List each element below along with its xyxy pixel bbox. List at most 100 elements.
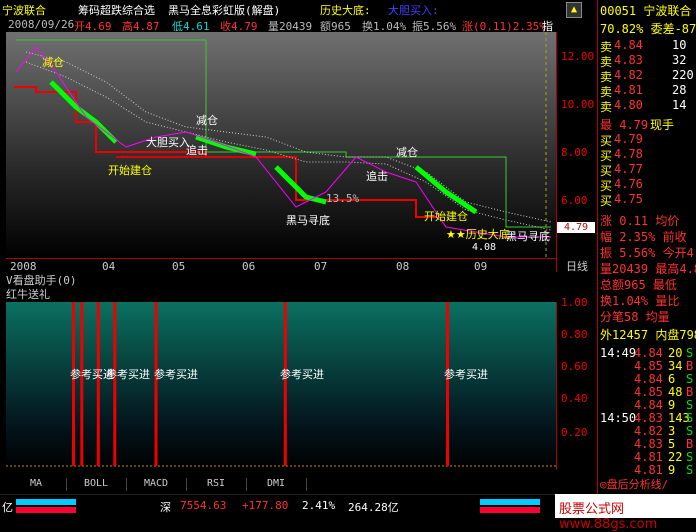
signal-bar xyxy=(283,302,287,466)
window-toggle-icon[interactable]: ▲ xyxy=(566,2,582,18)
tab-macd[interactable]: MACD xyxy=(126,478,187,491)
stat-line: 换1.04% 量比 xyxy=(600,294,680,308)
indicator-axis: 1.00 0.80 0.60 0.40 0.20 xyxy=(556,296,597,470)
tick-price: 4.84 xyxy=(634,398,663,412)
indicator-tabs: MA BOLL MACD RSI DMI xyxy=(0,478,320,492)
tick-volume: 48 xyxy=(668,385,683,399)
status-unit: 亿 xyxy=(2,501,13,514)
price-chart-svg xyxy=(6,32,556,258)
period-daily-button[interactable]: 日线 xyxy=(556,258,597,273)
tick-volume: 34 xyxy=(668,359,683,373)
tick-price: 4.85 xyxy=(634,359,663,373)
tick-flag: B xyxy=(686,385,694,399)
tick-price: 4.81 xyxy=(634,463,663,477)
tick-flag: B xyxy=(686,359,694,373)
tick-price: 4.84 xyxy=(634,372,663,386)
tick-flag: S xyxy=(686,463,694,477)
bid-price: 4.78 xyxy=(614,147,643,161)
date-axis: 2008 04 05 06 07 08 09 xyxy=(6,258,556,273)
x-tick: 04 xyxy=(102,260,116,273)
ask-price: 4.84 xyxy=(614,38,643,52)
annotation-dark-horse-1: 黑马寻底 xyxy=(286,214,330,227)
ind-y-tick: 0.60 xyxy=(561,360,588,373)
tab-rsi[interactable]: RSI xyxy=(186,478,247,491)
stat-line: 幅 2.35% 前收 xyxy=(600,230,687,244)
index-amount: 264.28亿 xyxy=(348,501,399,514)
ref-buy-label: 参考买进 xyxy=(106,368,150,381)
price-chart[interactable]: 减仓 减仓 减仓 大胆买入 追击 追击 开始建仓 黑马寻底 黑马寻底 开始建仓 … xyxy=(6,32,556,258)
site-logo: 股票公式网 www.88gs.com xyxy=(555,494,696,532)
signal-bar xyxy=(80,302,84,466)
bid-price: 4.75 xyxy=(614,192,643,206)
tick-price: 4.83 xyxy=(634,411,663,425)
annotation-dark-horse-2: 黑马寻底 xyxy=(506,230,550,243)
y-tick: 10.00 xyxy=(561,98,595,111)
ask-volume: 28 xyxy=(672,83,687,97)
ask-volume: 220 xyxy=(672,68,694,82)
history-low-label: 历史大底: xyxy=(320,4,371,17)
annotation-reduce-2: 减仓 xyxy=(196,114,218,127)
low-price-label: 4.08 xyxy=(472,242,497,253)
ind-y-tick: 1.00 xyxy=(561,296,588,309)
side-last-tag: 现手 xyxy=(650,118,675,132)
signal-bar xyxy=(446,302,449,466)
x-tick: 06 xyxy=(242,260,256,273)
tick-volume: 9 xyxy=(668,463,676,477)
stat-line: 振 5.56% 今开4.6 xyxy=(600,246,696,260)
tick-flag: S xyxy=(686,372,694,386)
formula-name: 黑马全息彩虹版(解盘) xyxy=(168,4,281,17)
ask-price: 4.83 xyxy=(614,53,643,67)
tick-volume: 5 xyxy=(668,437,676,451)
stock-name: 宁波联合 xyxy=(2,4,46,17)
tick-flag: S xyxy=(686,411,694,425)
current-price-tag: 4.79 xyxy=(557,222,595,233)
tick-time: 14:49 xyxy=(600,346,637,360)
tick-volume: 20 xyxy=(668,346,683,360)
ask-label: 卖 xyxy=(600,100,613,114)
formula-title: 筹码超跌综合选 xyxy=(78,4,155,17)
tick-flag: S xyxy=(686,398,694,412)
signal-bar xyxy=(72,302,75,466)
ask-price: 4.82 xyxy=(614,68,643,82)
tab-dmi[interactable]: DMI xyxy=(246,478,307,491)
status-bar-cyan-2 xyxy=(480,499,540,505)
status-bar: 亿 深 7554.63 +177.80 2.41% 264.28亿 xyxy=(0,494,556,519)
ref-buy-label: 参考买进 xyxy=(444,368,488,381)
index-pct: 2.41% xyxy=(302,499,336,512)
signal-bar xyxy=(154,302,158,466)
ask-price: 4.81 xyxy=(614,83,643,97)
status-bar-red xyxy=(16,507,76,513)
side-last: 最 4.79 xyxy=(600,118,649,132)
annotation-build-pct: 13.5% xyxy=(326,192,360,205)
tick-price: 4.83 xyxy=(634,437,663,451)
tab-boll[interactable]: BOLL xyxy=(66,478,127,491)
indicator-panel[interactable]: 参考买进 参考买进 参考买进 参考买进 参考买进 xyxy=(6,302,556,470)
ind-y-tick: 0.80 xyxy=(561,328,588,341)
ref-buy-label: 参考买进 xyxy=(280,368,324,381)
tick-volume: 3 xyxy=(668,424,676,438)
logo-text: 股票公式网 www.88gs.com xyxy=(559,502,658,532)
tick-flag: S xyxy=(686,450,694,464)
y-tick: 6.00 xyxy=(561,194,588,207)
tick-volume: 22 xyxy=(668,450,683,464)
ask-volume: 32 xyxy=(672,53,687,67)
tab-ma[interactable]: MA xyxy=(6,478,67,491)
quote-panel: 00051 宁波联合 70.82% 委差-874 卖 4.84 10 卖 4.83 32 卖… xyxy=(597,0,696,494)
x-tick: 07 xyxy=(314,260,328,273)
stat-line: 总额965 最低 xyxy=(600,278,677,292)
x-tick: 05 xyxy=(172,260,186,273)
annotation-history-low: ★★历史大底 xyxy=(446,228,510,241)
tick-price: 4.85 xyxy=(634,385,663,399)
annotation-chase-1: 追击 xyxy=(186,144,208,157)
signal-bar xyxy=(113,302,117,466)
market-label: 深 xyxy=(160,501,171,514)
x-tick: 09 xyxy=(474,260,488,273)
side-outer: 外12457 内盘798 xyxy=(600,328,696,342)
ask-volume: 10 xyxy=(672,38,687,52)
tick-volume: 9 xyxy=(668,398,676,412)
annotation-bold-buy: 大胆买入 xyxy=(146,136,190,149)
annotation-chase-2: 追击 xyxy=(366,170,388,183)
tick-price: 4.82 xyxy=(634,424,663,438)
stat-line: 分笔58 均量 xyxy=(600,310,670,324)
annotation-reduce-1: 减仓 xyxy=(42,56,64,69)
